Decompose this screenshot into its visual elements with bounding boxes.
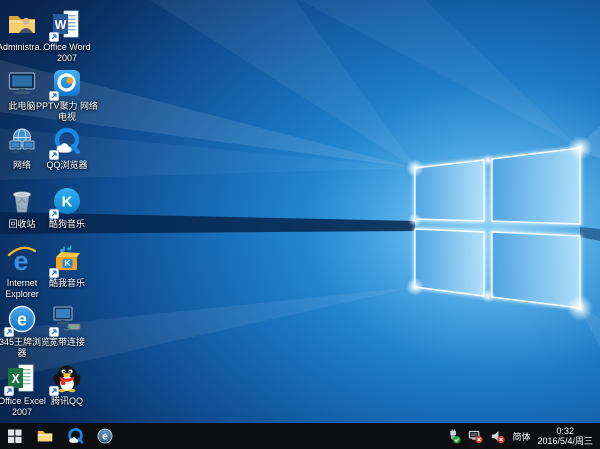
- qq-browser-icon: [51, 126, 83, 158]
- broadband-icon: [51, 303, 83, 335]
- desktop-icon-label: 宽带连接: [36, 337, 98, 348]
- taskbar-file-explorer[interactable]: [30, 423, 60, 449]
- desktop-icon-pptv[interactable]: PPTV聚力 网络电视: [36, 67, 98, 123]
- desktop-icon-label: PPTV聚力 网络电视: [36, 101, 98, 123]
- word-icon: W: [51, 8, 83, 40]
- desktop-icon-label: 酷狗音乐: [36, 219, 98, 230]
- safely-remove-hardware-icon[interactable]: [446, 429, 461, 444]
- svg-text:K: K: [64, 258, 71, 268]
- desktop-icon-kuwo-music[interactable]: K 酷我音乐: [36, 244, 98, 289]
- ie-icon: e: [6, 244, 38, 276]
- taskbar-clock[interactable]: 0:32 2016/5/4/周三: [537, 426, 593, 447]
- 2345-browser-icon: e: [6, 303, 38, 335]
- svg-text:W: W: [55, 18, 67, 32]
- clock-date: 2016/5/4/周三: [537, 436, 593, 447]
- windows-desktop: Administra... W Office Word 2007: [0, 0, 600, 449]
- 2345-browser-icon: e: [96, 427, 114, 445]
- svg-text:e: e: [17, 310, 27, 330]
- system-tray: 简体 0:32 2016/5/4/周三: [446, 423, 600, 449]
- desktop-icon-kugou-music[interactable]: K 酷狗音乐: [36, 185, 98, 230]
- shortcut-arrow-icon: [49, 32, 59, 42]
- folder-icon: [36, 427, 54, 445]
- desktop-icon-label: 酷我音乐: [36, 278, 98, 289]
- shortcut-arrow-icon: [49, 91, 59, 101]
- network-disconnected-icon[interactable]: [468, 429, 483, 444]
- svg-text:X: X: [11, 372, 20, 386]
- clock-time: 0:32: [537, 426, 593, 437]
- taskbar-qq-browser[interactable]: [60, 423, 90, 449]
- excel-icon: X: [6, 362, 38, 394]
- kugou-icon: K: [51, 185, 83, 217]
- desktop-icon-label: 腾讯QQ: [36, 396, 98, 407]
- recycle-bin-icon: [6, 185, 38, 217]
- language-indicator[interactable]: 简体: [512, 430, 530, 443]
- taskbar: e: [0, 423, 600, 449]
- user-folder-icon: [6, 8, 38, 40]
- shortcut-arrow-icon: [4, 386, 14, 396]
- windows-logo-icon: [7, 428, 23, 444]
- desktop-icon-label: QQ浏览器: [36, 160, 98, 171]
- shortcut-arrow-icon: [49, 150, 59, 160]
- taskbar-2345-browser[interactable]: e: [90, 423, 120, 449]
- desktop-icon-office-word[interactable]: W Office Word 2007: [36, 8, 98, 64]
- svg-text:e: e: [102, 432, 108, 443]
- monitor-icon: [6, 67, 38, 99]
- network-globe-icon: [6, 126, 38, 158]
- pptv-icon: [51, 67, 83, 99]
- desktop-icon-label: Office Word 2007: [36, 42, 98, 64]
- kuwo-icon: K: [51, 244, 83, 276]
- shortcut-arrow-icon: [49, 268, 59, 278]
- shortcut-arrow-icon: [49, 209, 59, 219]
- desktop-icon-qq-browser[interactable]: QQ浏览器: [36, 126, 98, 171]
- svg-text:K: K: [62, 194, 73, 211]
- shortcut-arrow-icon: [49, 327, 59, 337]
- desktop-icon-broadband-connection[interactable]: 宽带连接: [36, 303, 98, 348]
- shortcut-arrow-icon: [49, 386, 59, 396]
- desktop-icon-tencent-qq[interactable]: 腾讯QQ: [36, 362, 98, 407]
- start-button[interactable]: [0, 423, 30, 449]
- qq-browser-icon: [66, 427, 85, 446]
- shortcut-arrow-icon: [4, 327, 14, 337]
- volume-muted-icon[interactable]: [490, 429, 505, 444]
- qq-penguin-icon: [51, 362, 83, 394]
